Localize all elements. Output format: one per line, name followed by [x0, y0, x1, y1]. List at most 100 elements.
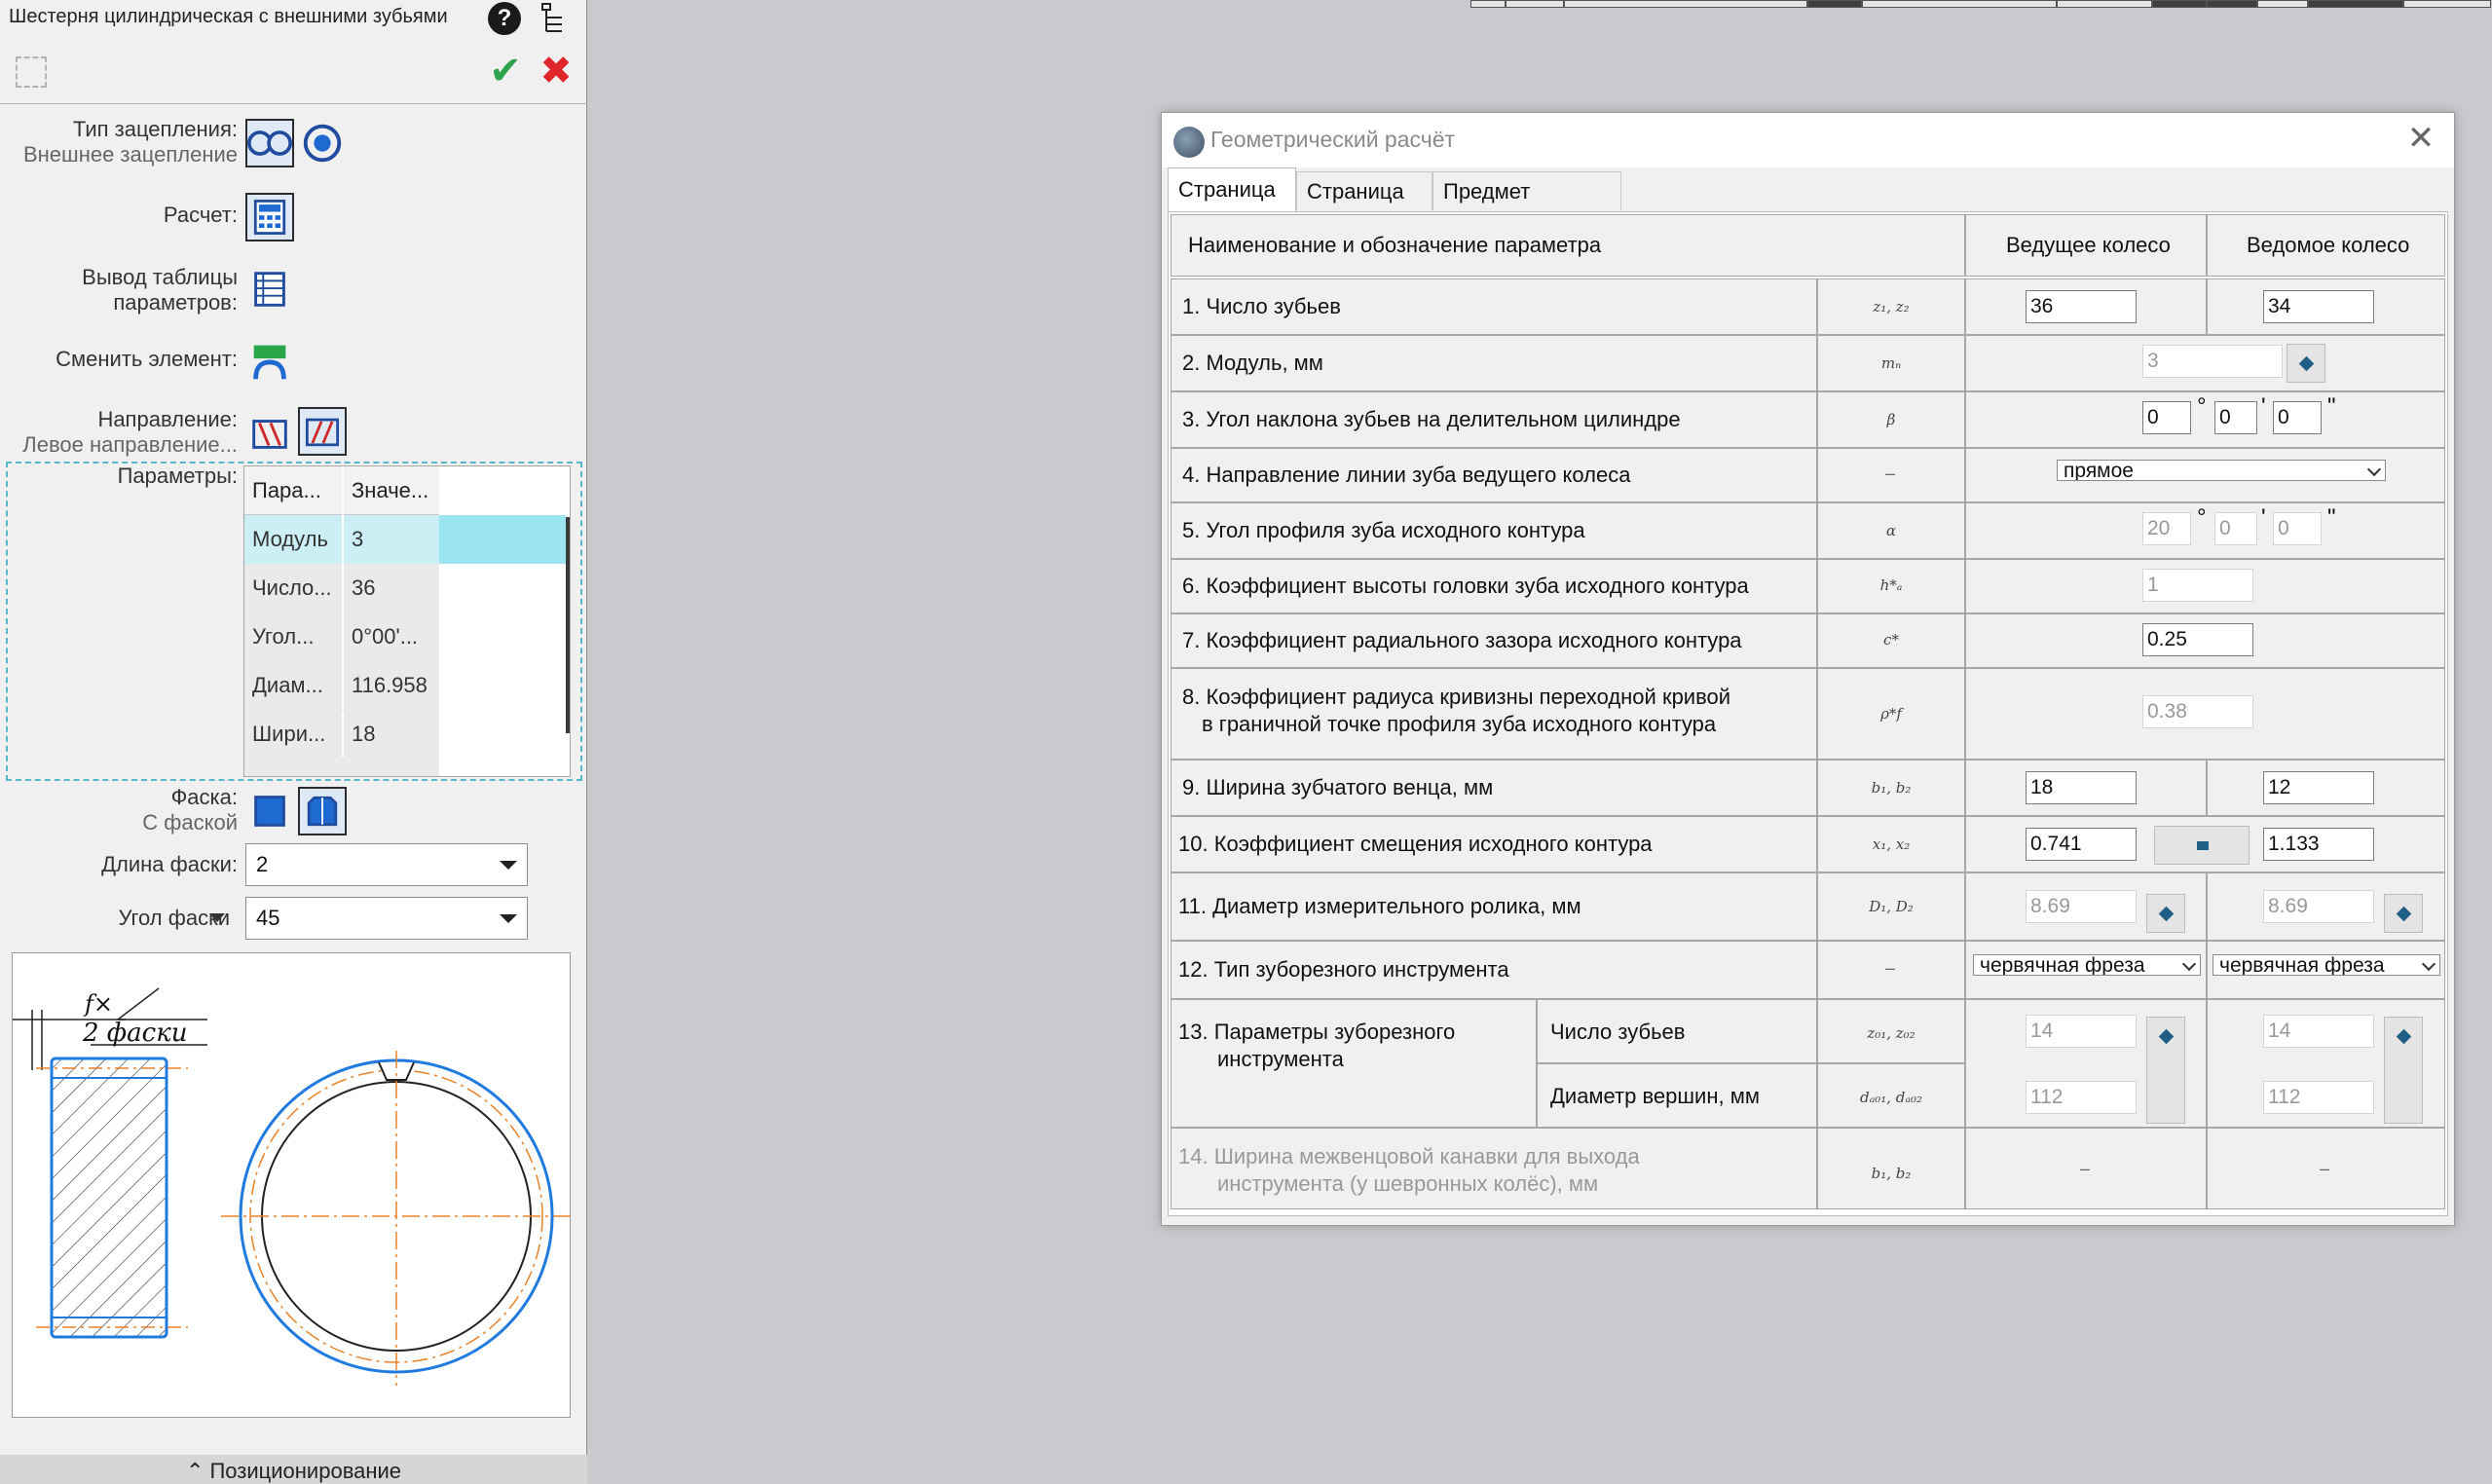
chamfer-on-button[interactable]: [298, 787, 347, 835]
toolbar-cell[interactable]: [2057, 0, 2152, 8]
symbol: –: [1885, 958, 1896, 978]
tool-diameter-driving-input[interactable]: 112: [2026, 1081, 2137, 1114]
tool-type-driving-select[interactable]: червячная фреза: [1973, 954, 2201, 976]
toolbar-cell[interactable]: [2403, 0, 2491, 8]
tab-page-1[interactable]: Страница 1: [1168, 167, 1296, 244]
helix-deg-input[interactable]: 0: [2142, 401, 2191, 434]
grid-header-value[interactable]: Значе...: [344, 466, 439, 515]
internal-engagement-button[interactable]: [298, 119, 347, 167]
grid-row[interactable]: Диам... 116.958: [244, 661, 439, 710]
grid-row[interactable]: Число... 36: [244, 564, 439, 612]
grid-header-param[interactable]: Пара...: [244, 466, 342, 515]
shift-coef-driving-input[interactable]: 0.741: [2026, 828, 2137, 861]
external-engagement-button[interactable]: [245, 119, 294, 167]
roller-driven-calc-button[interactable]: [2384, 894, 2423, 933]
divider: [0, 103, 587, 104]
face-width-driven-input[interactable]: 12: [2263, 771, 2374, 804]
chamfer-off-button[interactable]: [245, 787, 294, 835]
profile-deg-input[interactable]: 20: [2142, 512, 2191, 545]
chamfer-angle-combo[interactable]: 45: [245, 897, 528, 940]
second-mark: ": [2327, 393, 2336, 420]
help-icon[interactable]: ?: [488, 2, 521, 35]
toolbar-cell[interactable]: [2257, 0, 2308, 8]
positioning-section[interactable]: ⌃ Позиционирование: [0, 1455, 587, 1484]
tool-driven-calc-button[interactable]: [2384, 1017, 2423, 1124]
geometric-calc-dialog: Геометрический расчёт ✕ Страница 1 Стран…: [1161, 112, 2455, 1226]
parameters-grid[interactable]: Пара... Значе... Модуль 3 Число... 36 Угол…: [243, 465, 571, 777]
row-groove-width: 14. Ширина межвенцовой канавки для выход…: [1178, 1144, 1640, 1169]
toolbar-cell[interactable]: [1564, 0, 1807, 8]
roller-diameter-driving-input[interactable]: 8.69: [2026, 890, 2137, 923]
tool-driving-calc-button[interactable]: [2146, 1017, 2185, 1124]
select-element-icon[interactable]: [16, 56, 47, 88]
chevron-down-icon: [500, 914, 517, 923]
minute-mark: ': [2261, 504, 2266, 531]
row-helix-angle: 3. Угол наклона зубьев на делительном ци…: [1182, 407, 1681, 431]
grid-row[interactable]: Шири... 18: [244, 710, 439, 759]
gear-preview-drawing: f× 2 фаски: [13, 987, 572, 1386]
toolbar-cell[interactable]: [1862, 0, 2057, 8]
row-module: 2. Модуль, мм: [1182, 351, 1323, 375]
change-element-button[interactable]: [245, 337, 294, 386]
shift-coef-driven-input[interactable]: 1.133: [2263, 828, 2374, 861]
row-tool-teeth: Число зубьев: [1550, 1020, 1686, 1044]
fillet-coef-input[interactable]: 0.38: [2142, 695, 2253, 728]
tool-teeth-driving-input[interactable]: 14: [2026, 1015, 2137, 1048]
symbol: α: [1885, 522, 1897, 539]
groove-width-driven: –: [2320, 1159, 2330, 1178]
addendum-coef-input[interactable]: 1: [2142, 569, 2253, 602]
tooth-direction-select[interactable]: прямое: [2057, 460, 2386, 481]
symbol: b₁, b₂: [1871, 779, 1912, 797]
tab-calc-subject[interactable]: Предмет расчёта: [1432, 171, 1621, 242]
grid-row[interactable]: Модуль 3: [244, 515, 439, 564]
chevron-up-icon: ⌃: [185, 1459, 210, 1483]
helix-sec-input[interactable]: 0: [2273, 401, 2322, 434]
calc-label: Расчет:: [163, 203, 238, 227]
module-calc-button[interactable]: [2287, 344, 2325, 383]
roller-driving-calc-button[interactable]: [2146, 894, 2185, 933]
checkmark-icon[interactable]: ✔: [487, 52, 524, 91]
roller-diameter-driven-input[interactable]: 8.69: [2263, 890, 2374, 923]
tool-teeth-driven-input[interactable]: 14: [2263, 1015, 2374, 1048]
close-icon[interactable]: ✖: [538, 52, 575, 91]
chevron-down-icon[interactable]: [209, 913, 225, 922]
tab-page-2[interactable]: Страница 2: [1296, 171, 1432, 242]
grid-row[interactable]: Угол... 0°00'...: [244, 612, 439, 661]
profile-sec-input[interactable]: 0: [2273, 512, 2322, 545]
symbol: c*: [1883, 631, 1899, 649]
face-width-driving-input[interactable]: 18: [2026, 771, 2137, 804]
toolbar-cell[interactable]: [2308, 0, 2403, 8]
table-output-button[interactable]: [245, 265, 294, 314]
groove-width-driving: –: [2080, 1159, 2091, 1178]
shift-coef-calc-button[interactable]: [2154, 826, 2250, 865]
toolbar-cell[interactable]: [1470, 0, 1506, 8]
tree-view-icon[interactable]: [540, 2, 566, 35]
teeth-count-driven-input[interactable]: 34: [2263, 290, 2374, 323]
panel-toolbar: ✔ ✖: [0, 43, 587, 101]
right-direction-button[interactable]: [245, 409, 294, 458]
chamfer-length-combo[interactable]: 2: [245, 843, 528, 886]
left-direction-button[interactable]: [298, 407, 347, 456]
grid-row-selection: [439, 515, 566, 564]
profile-min-input[interactable]: 0: [2214, 512, 2257, 545]
dialog-tabs: Страница 1 Страница 2 Предмет расчёта: [1162, 167, 2454, 244]
chamfer-length-label: Длина фаски:: [101, 852, 238, 876]
module-input[interactable]: 3: [2142, 345, 2283, 378]
tool-diameter-driven-input[interactable]: 112: [2263, 1081, 2374, 1114]
grid-scrollbar[interactable]: [566, 517, 570, 733]
close-icon[interactable]: ✕: [2403, 121, 2438, 156]
toolbar-cell[interactable]: [2152, 0, 2207, 8]
properties-panel: Шестерня цилиндрическая с внешними зубья…: [0, 0, 587, 1484]
chevron-down-icon: [2366, 462, 2382, 477]
helix-min-input[interactable]: 0: [2214, 401, 2257, 434]
calculator-button[interactable]: [245, 193, 294, 241]
tool-type-driven-select[interactable]: червячная фреза: [2213, 954, 2440, 976]
row-fillet-coef: 8. Коэффициент радиуса кривизны переходн…: [1182, 685, 1731, 709]
gear-preview: f× 2 фаски: [12, 952, 572, 1418]
toolbar-cell[interactable]: [2207, 0, 2257, 8]
toolbar-cell[interactable]: [1506, 0, 1564, 8]
engagement-label: Тип зацепления: Внешнее зацепление: [22, 117, 238, 167]
toolbar-cell[interactable]: [1807, 0, 1862, 8]
clearance-coef-input[interactable]: 0.25: [2142, 623, 2253, 656]
teeth-count-driving-input[interactable]: 36: [2026, 290, 2137, 323]
